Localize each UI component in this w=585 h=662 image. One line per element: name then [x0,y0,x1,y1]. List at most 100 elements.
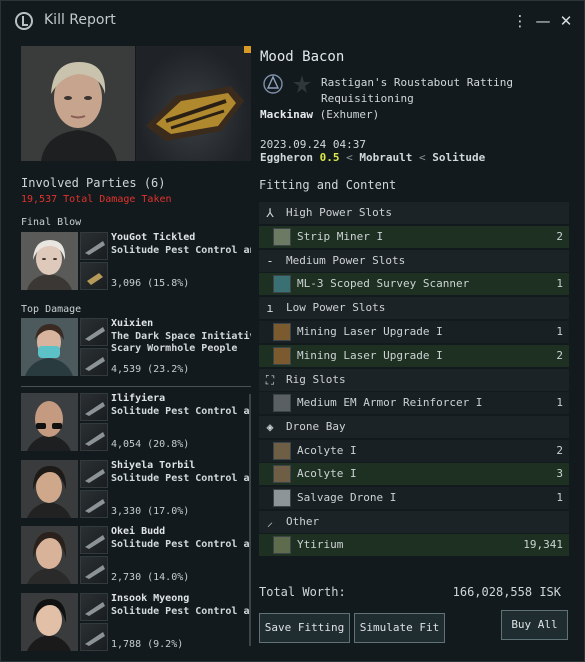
medium-power-slots-header: -- Medium Power Slots [259,250,569,282]
fitting-item[interactable]: ML-3 Scoped Survey Scanner 1 [259,273,569,295]
attacker-name[interactable]: Okei Budd [111,526,165,537]
close-icon[interactable]: ✕ [557,12,575,30]
kill-location[interactable]: Eggheron 0.5 < Mobrault < Solitude [260,151,485,164]
fitting-item[interactable]: Mining Laser Upgrade I 2 [259,345,569,367]
total-worth-value: 166,028,558 ISK [452,585,561,599]
section-label: Other [286,515,320,528]
fitting-item[interactable]: Salvage Drone I 1 [259,487,569,509]
salvage-drone-icon [273,489,291,507]
attacker-portrait[interactable] [21,232,78,290]
attacker-damage: 3,330 (17.0%) [111,506,190,517]
high-power-icon: ⅄ [266,206,274,220]
attacker-name[interactable]: Ilifyiera [111,393,165,404]
rig-slots-icon: ⛶ [265,373,275,387]
item-quantity: 1 [556,325,563,338]
drone-bay-header: ◈ Drone Bay [259,416,569,438]
item-quantity: 1 [556,491,563,504]
involved-parties-title: Involved Parties (6) [21,176,166,190]
item-quantity: 2 [556,349,563,362]
save-fitting-button[interactable]: Save Fitting [259,613,350,643]
attacker-portrait[interactable] [21,460,78,518]
attacker-ship-icon[interactable] [80,526,108,554]
window-menu-icon[interactable]: ⋮ [511,12,529,30]
ytirium-ore-icon [273,536,291,554]
other-header: ⸝ Other [259,511,569,533]
attacker-corp[interactable]: Solitude Pest Control and [111,244,251,257]
minimize-icon[interactable]: — [534,12,552,30]
attacker-corp[interactable]: Solitude Pest Control and [111,538,251,551]
attacker-ship-icon[interactable] [80,232,108,260]
attacker-portrait[interactable] [21,318,78,376]
item-name: Mining Laser Upgrade I [297,349,443,362]
attacker-weapon-icon[interactable] [80,348,108,376]
item-quantity: 1 [556,277,563,290]
attacker-corp[interactable]: Solitude Pest Control and [111,472,251,485]
attacker-corp[interactable]: Solitude Pest Control and [111,405,251,418]
victim-name[interactable]: Mood Bacon [260,49,344,65]
attacker-damage: 1,788 (9.2%) [111,639,184,650]
attacker-portrait[interactable] [21,526,78,584]
attacker-row[interactable]: Ilifyiera Solitude Pest Control and 4,05… [21,393,251,453]
section-label: Drone Bay [286,420,346,433]
fitting-item[interactable]: Acolyte I 3 [259,463,569,485]
strip-miner-icon [273,228,291,246]
corporation-logo-icon[interactable] [262,73,284,95]
item-name: Salvage Drone I [297,491,397,504]
victim-ship[interactable]: Mackinaw (Exhumer) [260,108,379,121]
victim-corporation[interactable]: Rastigan's Roustabout Ratting Requisitio… [321,75,541,107]
attacker-alliance[interactable]: Scary Wormhole People [111,342,251,355]
fitting-title: Fitting and Content [259,178,397,192]
item-name: Mining Laser Upgrade I [297,325,443,338]
item-quantity: 19,341 [523,538,563,551]
victim-portrait[interactable] [21,46,135,161]
fitting-item[interactable]: Medium EM Armor Reinforcer I 1 [259,392,569,414]
section-divider [21,386,251,387]
security-status: 0.5 [319,151,340,164]
attacker-top-damage[interactable]: Xuixien The Dark Space Initiative Scary … [21,318,251,378]
attacker-corp[interactable]: Solitude Pest Control and [111,605,251,618]
attacker-ship-icon[interactable] [80,393,108,421]
attacker-name[interactable]: Xuixien [111,318,153,329]
total-damage-taken: 19,537 Total Damage Taken [21,194,172,205]
attacker-name[interactable]: Shiyela Torbil [111,460,195,471]
ship-name: Mackinaw [260,108,313,121]
other-cargo-icon: ⸝ [266,515,273,529]
attacker-ship-icon[interactable] [80,318,108,346]
item-quantity: 2 [556,444,563,457]
fitting-item[interactable]: Strip Miner I 2 [259,226,569,248]
attacker-final-blow[interactable]: YouGot Tickled Solitude Pest Control and… [21,232,251,292]
attacker-ship-icon[interactable] [80,593,108,621]
region-name: Solitude [432,151,486,164]
attacker-damage: 4,054 (20.8%) [111,439,190,450]
attacker-portrait[interactable] [21,593,78,651]
attacker-weapon-icon[interactable] [80,490,108,518]
item-quantity: 3 [556,467,563,480]
attacker-name[interactable]: Insook Myeong [111,593,189,604]
ship-render[interactable] [136,46,251,161]
top-damage-label: Top Damage [21,304,82,315]
attacker-weapon-icon[interactable] [80,262,108,290]
item-quantity: 2 [556,230,563,243]
attacker-weapon-icon[interactable] [80,423,108,451]
acolyte-drone-icon [273,465,291,483]
attacker-ship-icon[interactable] [80,460,108,488]
attacker-weapon-icon[interactable] [80,623,108,651]
attackers-scrollbar[interactable] [249,394,251,646]
attacker-portrait[interactable] [21,393,78,451]
attacker-row[interactable]: Okei Budd Solitude Pest Control and 2,73… [21,526,251,586]
attacker-weapon-icon[interactable] [80,556,108,584]
kill-report-icon [15,12,33,30]
item-name: Strip Miner I [297,230,384,243]
buy-all-button[interactable]: Buy All [501,610,568,640]
fitting-item[interactable]: Acolyte I 2 [259,440,569,462]
survey-scanner-icon [273,275,291,293]
section-label: Rig Slots [286,373,346,386]
title-bar[interactable]: Kill Report ⋮ — ✕ [1,1,584,41]
attacker-row[interactable]: Shiyela Torbil Solitude Pest Control and… [21,460,251,520]
mining-laser-upgrade-icon [273,323,291,341]
attacker-name[interactable]: YouGot Tickled [111,232,195,243]
fitting-item[interactable]: Mining Laser Upgrade I 1 [259,321,569,343]
simulate-fit-button[interactable]: Simulate Fit [354,613,445,643]
attacker-row[interactable]: Insook Myeong Solitude Pest Control and … [21,593,251,653]
fitting-item[interactable]: Ytirium 19,341 [259,534,569,556]
